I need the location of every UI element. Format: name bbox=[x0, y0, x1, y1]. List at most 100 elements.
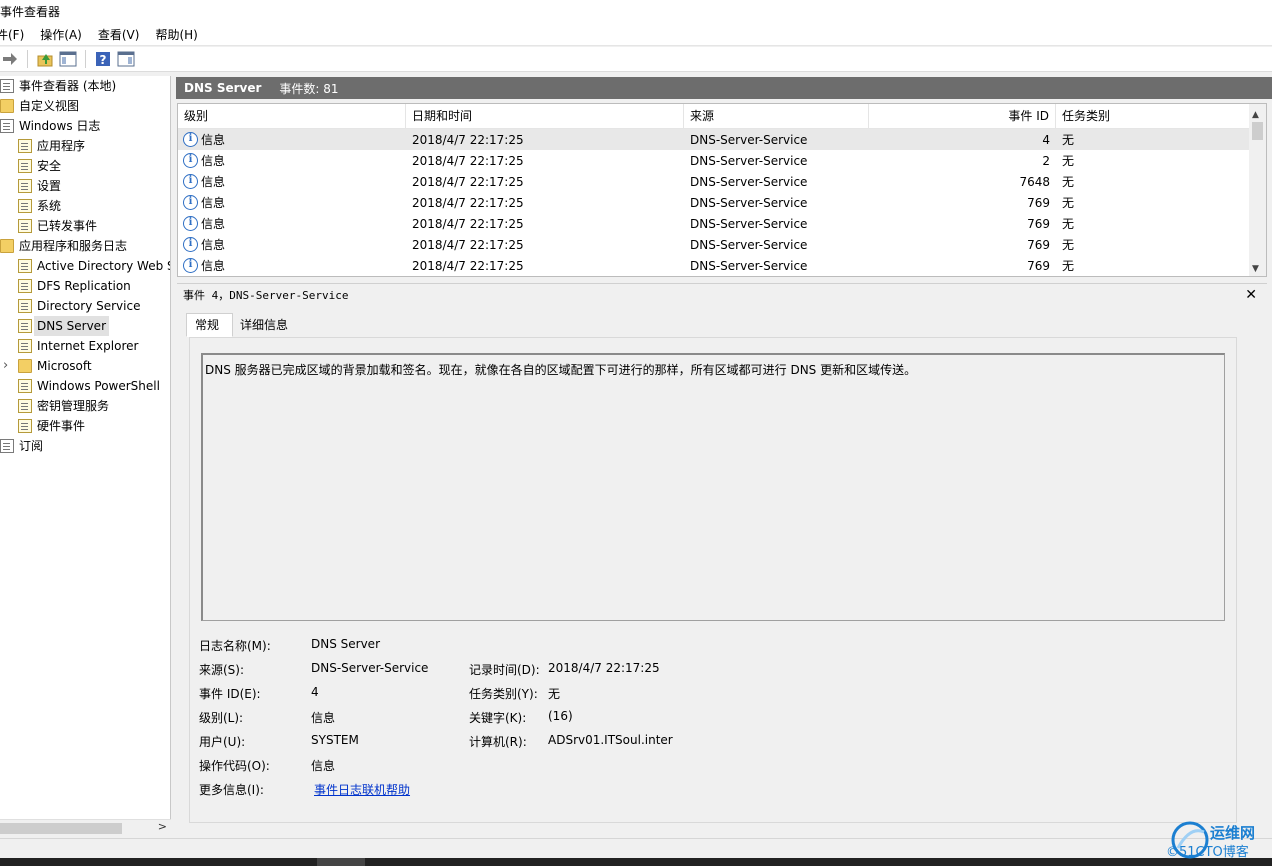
table-row[interactable]: i 信息 2018/4/7 22:17:25 DNS-Server-Service 76… bbox=[178, 171, 1266, 192]
cell-level: i 信息 bbox=[178, 131, 406, 148]
scroll-up-arrow-icon[interactable]: ▲ bbox=[1252, 110, 1259, 120]
status-bar bbox=[0, 838, 1272, 858]
tree-item[interactable]: Windows PowerShell bbox=[0, 376, 170, 396]
column-header-task-category[interactable]: 任务类别 bbox=[1056, 104, 1246, 129]
menu-bar: 件(F) 操作(A) 查看(V) 帮助(H) bbox=[0, 24, 1272, 46]
menu-file[interactable]: 件(F) bbox=[0, 26, 32, 43]
tree-item[interactable]: 硬件事件 bbox=[0, 416, 170, 436]
cell-task-category: 无 bbox=[1062, 154, 1075, 168]
tab-general[interactable]: 常规 bbox=[186, 313, 234, 337]
cell-level: i 信息 bbox=[178, 236, 406, 253]
log-icon bbox=[18, 219, 32, 233]
tree-item[interactable]: DFS Replication bbox=[0, 276, 170, 296]
tree-item[interactable]: Windows 日志 bbox=[0, 116, 170, 136]
tree-item-label: Active Directory Web S bbox=[37, 259, 171, 273]
log-icon bbox=[18, 319, 32, 333]
tree-item[interactable]: 事件查看器 (本地) bbox=[0, 76, 170, 96]
tree-item[interactable]: DNS Server bbox=[0, 316, 170, 336]
tree-item[interactable]: 安全 bbox=[0, 156, 170, 176]
grid-vertical-scrollbar[interactable]: ▲ ▼ bbox=[1249, 104, 1266, 276]
info-icon: i bbox=[183, 258, 198, 273]
tree-item[interactable]: 自定义视图 bbox=[0, 96, 170, 116]
log-icon bbox=[18, 399, 32, 413]
tree-item[interactable]: › Microsoft bbox=[0, 356, 170, 376]
tree-item[interactable]: 订阅 bbox=[0, 436, 170, 456]
menu-action[interactable]: 操作(A) bbox=[40, 26, 90, 43]
show-hide-tree-icon[interactable] bbox=[58, 49, 78, 69]
cell-event-id: 769 bbox=[1027, 195, 1050, 210]
table-row[interactable]: i 信息 2018/4/7 22:17:25 DNS-Server-Service 4 无 bbox=[178, 129, 1266, 150]
cell-level-text: 信息 bbox=[201, 259, 226, 273]
tree-item[interactable]: Internet Explorer bbox=[0, 336, 170, 356]
tree-item-label: 密钥管理服务 bbox=[37, 399, 110, 413]
menu-view[interactable]: 查看(V) bbox=[98, 26, 148, 43]
event-log-online-help-link[interactable]: 事件日志联机帮助 bbox=[314, 781, 410, 798]
tree-horizontal-scrollbar[interactable]: > bbox=[0, 819, 171, 836]
tab-details[interactable]: 详细信息 bbox=[233, 313, 295, 337]
scrollbar-thumb[interactable] bbox=[0, 823, 122, 834]
cell-level: i 信息 bbox=[178, 194, 406, 211]
tree-item[interactable]: Directory Service bbox=[0, 296, 170, 316]
cell-task-category: 无 bbox=[1062, 217, 1075, 231]
cell-task-category: 无 bbox=[1062, 175, 1075, 189]
windows-logs-icon bbox=[0, 119, 14, 133]
event-description: DNS 服务器已完成区域的背景加载和签名。现在，就像在各自的区域配置下可进行的那… bbox=[201, 353, 1225, 621]
cell-level-text: 信息 bbox=[201, 238, 226, 252]
close-icon[interactable]: ✕ bbox=[1245, 287, 1257, 303]
cell-event-id: 7648 bbox=[1019, 174, 1050, 189]
tree-item[interactable]: 应用程序 bbox=[0, 136, 170, 156]
cell-datetime: 2018/4/7 22:17:25 bbox=[412, 195, 524, 210]
toolbar: ? bbox=[0, 47, 1272, 72]
log-icon bbox=[18, 279, 32, 293]
tree-item[interactable]: Active Directory Web S bbox=[0, 256, 170, 276]
tree-item[interactable]: 应用程序和服务日志 bbox=[0, 236, 170, 256]
table-row[interactable]: i 信息 2018/4/7 22:17:25 DNS-Server-Service 76… bbox=[178, 255, 1266, 276]
tree-item-label: 安全 bbox=[37, 159, 62, 173]
subscriptions-icon bbox=[0, 439, 14, 453]
cell-level-text: 信息 bbox=[201, 175, 226, 189]
label-user: 用户(U): bbox=[199, 735, 246, 749]
tree-item[interactable]: 系统 bbox=[0, 196, 170, 216]
scroll-down-arrow-icon[interactable]: ▼ bbox=[1252, 264, 1259, 274]
value-source: DNS-Server-Service bbox=[311, 661, 429, 675]
value-log-name: DNS Server bbox=[311, 637, 380, 651]
table-row[interactable]: i 信息 2018/4/7 22:17:25 DNS-Server-Service 76… bbox=[178, 234, 1266, 255]
show-hide-action-pane-icon[interactable] bbox=[116, 49, 136, 69]
panel-header: DNS Server 事件数: 81 bbox=[176, 77, 1272, 99]
info-icon: i bbox=[183, 153, 198, 168]
event-viewer-icon bbox=[0, 79, 14, 93]
scroll-right-arrow-icon[interactable]: > bbox=[158, 820, 167, 833]
table-row[interactable]: i 信息 2018/4/7 22:17:25 DNS-Server-Service 2 无 bbox=[178, 150, 1266, 171]
up-folder-icon[interactable] bbox=[35, 49, 55, 69]
cell-datetime: 2018/4/7 22:17:25 bbox=[412, 132, 524, 147]
tree-item-label: 设置 bbox=[37, 179, 62, 193]
table-row[interactable]: i 信息 2018/4/7 22:17:25 DNS-Server-Service 76… bbox=[178, 213, 1266, 234]
tree-item[interactable]: 密钥管理服务 bbox=[0, 396, 170, 416]
label-more-info: 更多信息(I): bbox=[199, 783, 264, 797]
value-computer: ADSrv01.ITSoul.inter bbox=[548, 733, 673, 747]
value-keywords: (16) bbox=[548, 709, 573, 723]
tree-item[interactable]: 已转发事件 bbox=[0, 216, 170, 236]
column-header-source[interactable]: 来源 bbox=[684, 104, 869, 129]
tree-item-label: 应用程序 bbox=[37, 139, 86, 153]
help-icon[interactable]: ? bbox=[93, 49, 113, 69]
window-title-text: 事件查看器 bbox=[0, 5, 61, 19]
forward-arrow-icon[interactable] bbox=[0, 49, 20, 69]
tree-item[interactable]: 设置 bbox=[0, 176, 170, 196]
table-row[interactable]: i 信息 2018/4/7 22:17:25 DNS-Server-Service 76… bbox=[178, 192, 1266, 213]
label-logged: 记录时间(D): bbox=[469, 663, 540, 677]
cell-event-id: 769 bbox=[1027, 237, 1050, 252]
log-icon bbox=[18, 179, 32, 193]
menu-help[interactable]: 帮助(H) bbox=[155, 26, 205, 43]
column-header-datetime[interactable]: 日期和时间 bbox=[406, 104, 684, 129]
column-header-event-id[interactable]: 事件 ID bbox=[869, 104, 1056, 129]
detail-tabs: 常规 详细信息 bbox=[186, 313, 295, 337]
tree-item-label: Internet Explorer bbox=[37, 339, 139, 353]
label-event-id: 事件 ID(E): bbox=[199, 687, 261, 701]
taskbar-item[interactable] bbox=[317, 858, 365, 866]
log-icon bbox=[18, 139, 32, 153]
expand-chevron-icon[interactable]: › bbox=[3, 356, 8, 376]
column-header-level[interactable]: 级别 bbox=[178, 104, 406, 129]
scrollbar-thumb[interactable] bbox=[1252, 122, 1263, 140]
log-icon bbox=[18, 259, 32, 273]
